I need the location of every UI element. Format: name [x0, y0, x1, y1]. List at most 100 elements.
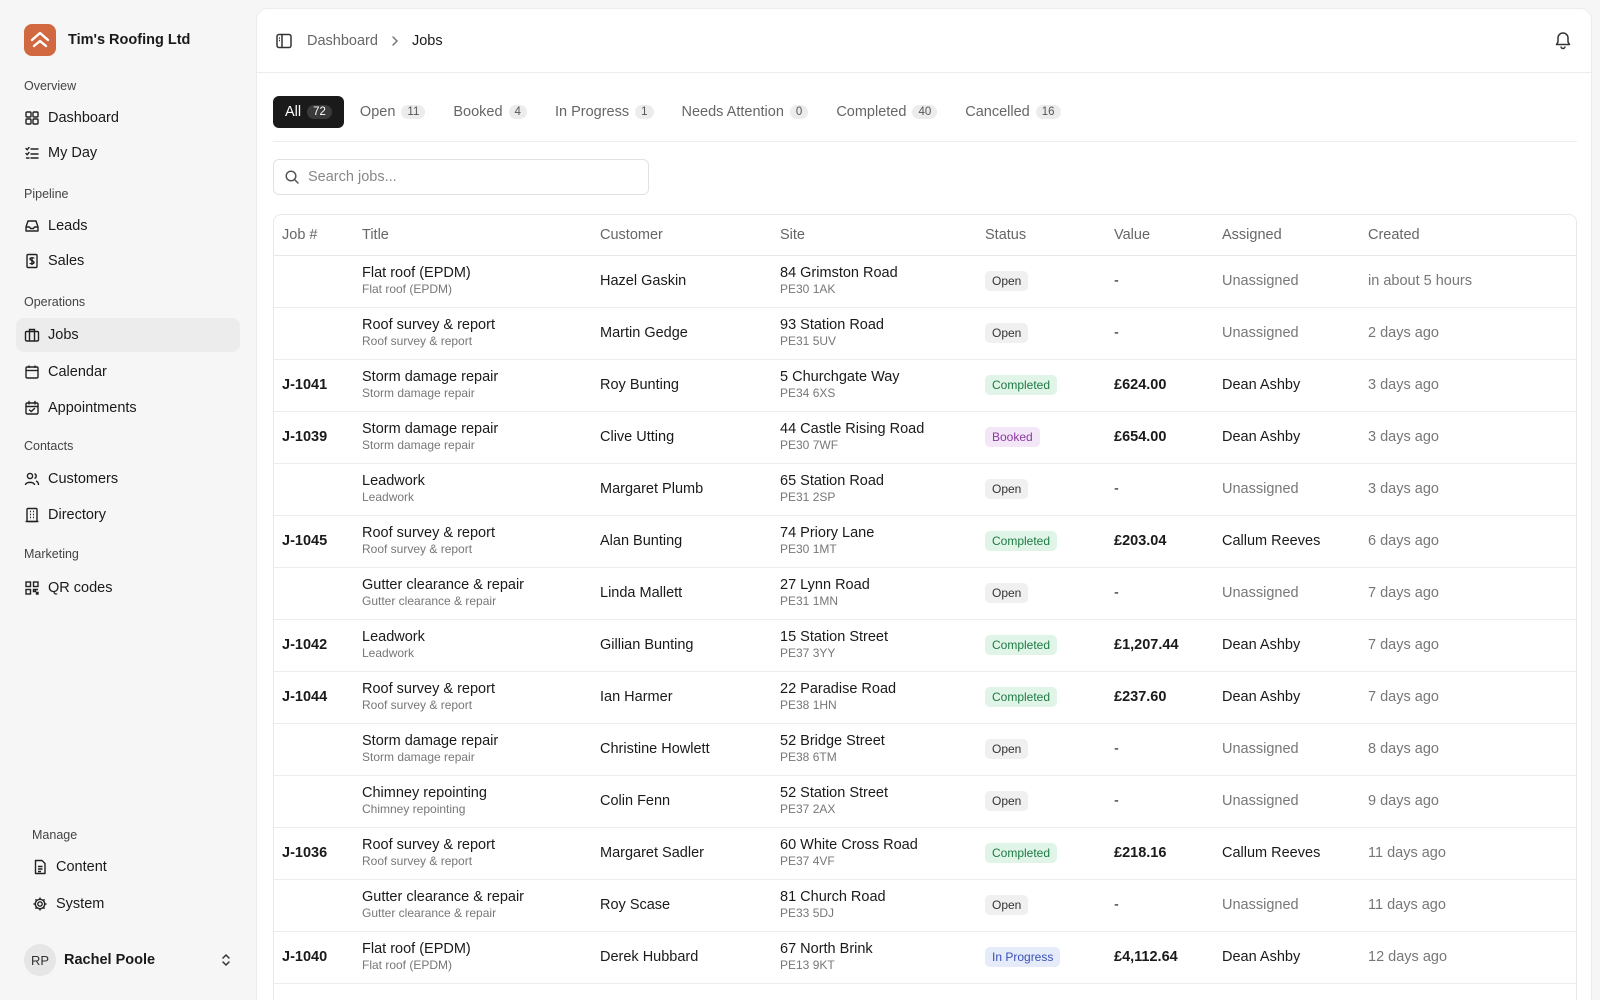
tab-label: Booked — [453, 104, 503, 120]
assigned-to: Dean Ashby — [1222, 949, 1301, 965]
tab-booked[interactable]: Booked 4 — [441, 96, 539, 128]
job-subtitle: Roof survey & report — [362, 334, 473, 348]
site-address: 15 Station Street — [780, 629, 889, 645]
column-header-job[interactable]: Job # — [274, 215, 354, 256]
sidebar-item-content[interactable]: Content — [24, 850, 240, 884]
cell-created: 8 days ago — [1360, 723, 1576, 776]
cell-assigned: Callum Reeves — [1214, 515, 1360, 568]
sidebar-item-calendar[interactable]: Calendar — [16, 355, 240, 389]
tab-completed[interactable]: Completed 40 — [824, 96, 949, 128]
table-row[interactable]: J-1044 Roof survey & report Roof survey & … — [274, 671, 1576, 724]
sidebar-item-qr-codes[interactable]: QR codes — [16, 571, 240, 605]
tab-all[interactable]: All 72 — [273, 96, 344, 128]
cell-job-number: J-1041 — [274, 359, 354, 412]
table-row[interactable]: Roof survey & report Roof survey & report… — [274, 307, 1576, 360]
cell-customer: Roy Scase — [592, 879, 772, 932]
breadcrumb-dashboard[interactable]: Dashboard — [307, 33, 378, 49]
column-header-title[interactable]: Title — [354, 215, 592, 256]
cell-site: 44 Castle Rising Road PE30 7WF — [772, 411, 977, 464]
sidebar-item-system[interactable]: System — [24, 887, 240, 921]
cell-title: Flat roof (EPDM) Flat roof (EPDM) — [354, 931, 592, 984]
tab-needs-attention[interactable]: Needs Attention 0 — [670, 96, 821, 128]
column-header-status[interactable]: Status — [977, 215, 1106, 256]
breadcrumb: Dashboard Jobs — [307, 33, 443, 49]
tab-count-badge: 1 — [635, 105, 654, 119]
created-time: 7 days ago — [1368, 637, 1439, 653]
cell-job-number — [274, 567, 354, 620]
user-menu[interactable]: RP Rachel Poole — [24, 943, 234, 977]
table-row[interactable]: Gutter clearance & repair Gutter clearanc… — [274, 879, 1576, 932]
table-row[interactable]: Flat roof (EPDM) Flat roof (EPDM) Hazel Ga… — [274, 255, 1576, 308]
cell-created: 11 days ago — [1360, 827, 1576, 880]
job-value: £624.00 — [1114, 377, 1167, 393]
table-row[interactable]: Chimney repointing Chimney repointing Coli… — [274, 775, 1576, 828]
search-input[interactable] — [308, 169, 638, 185]
sidebar-item-directory[interactable]: Directory — [16, 498, 240, 532]
cell-value: £218.16 — [1106, 827, 1214, 880]
job-title: Storm damage repair — [362, 369, 499, 385]
table-row[interactable]: Storm damage repair Storm damage repair Ch… — [274, 723, 1576, 776]
job-value: - — [1114, 325, 1119, 341]
sidebar-item-my-day[interactable]: My Day — [16, 136, 240, 170]
column-header-site[interactable]: Site — [772, 215, 977, 256]
table-row[interactable]: J-1041 Storm damage repair Storm damage re… — [274, 359, 1576, 412]
column-header-value[interactable]: Value — [1106, 215, 1214, 256]
job-title: Storm damage repair — [362, 733, 499, 749]
cell-customer: Derek Hubbard — [592, 931, 772, 984]
job-value: £4,112.64 — [1114, 949, 1178, 965]
job-title: Gutter clearance & repair — [362, 889, 524, 905]
cell-customer: Hazel Gaskin — [592, 255, 772, 308]
search-box[interactable] — [273, 159, 649, 195]
table-row[interactable]: Leadwork Leadwork Margaret Plumb 65 Station… — [274, 463, 1576, 516]
site-address: 5 Churchgate Way — [780, 369, 900, 385]
tab-in-progress[interactable]: In Progress 1 — [543, 96, 666, 128]
job-title: Storm damage repair — [362, 421, 499, 437]
column-header-customer[interactable]: Customer — [592, 215, 772, 256]
table-row[interactable]: J-1039 Storm damage repair Storm damage re… — [274, 411, 1576, 464]
bell-icon[interactable] — [1553, 30, 1573, 50]
site-postcode: PE30 7WF — [780, 438, 839, 452]
section-label-manage: Manage — [32, 828, 78, 842]
sidebar-item-leads[interactable]: Leads — [16, 209, 240, 243]
created-time: 6 days ago — [1368, 533, 1439, 549]
sidebar-toggle-icon[interactable] — [275, 32, 293, 50]
job-value: £203.04 — [1114, 533, 1167, 549]
tab-label: In Progress — [554, 104, 630, 120]
qr-icon — [24, 580, 40, 596]
site-address: 65 Station Road — [780, 473, 884, 489]
column-header-created[interactable]: Created — [1360, 215, 1576, 256]
tab-open[interactable]: Open 11 — [348, 96, 437, 128]
sidebar-item-dashboard[interactable]: Dashboard — [16, 101, 240, 135]
cell-site: 60 White Cross Road PE37 4VF — [772, 827, 977, 880]
cell-value: £237.60 — [1106, 671, 1214, 724]
created-time: 11 days ago — [1368, 897, 1446, 913]
table-row[interactable]: J-1045 Roof survey & report Roof survey & … — [274, 515, 1576, 568]
job-number: J-1044 — [282, 689, 328, 705]
table-row[interactable]: J-1036 Roof survey & report Roof survey & … — [274, 827, 1576, 880]
sidebar-item-appointments[interactable]: Appointments — [16, 391, 240, 425]
customer-name: Gillian Bunting — [600, 637, 694, 653]
tab-count-badge: 40 — [912, 105, 938, 119]
job-number: J-1045 — [282, 533, 328, 549]
cell-site: 81 Church Road PE33 5DJ — [772, 879, 977, 932]
tab-cancelled[interactable]: Cancelled 16 — [953, 96, 1072, 128]
sidebar-item-sales[interactable]: Sales — [16, 244, 240, 278]
brand[interactable]: Tim's Roofing Ltd — [24, 24, 190, 56]
cell-created: 7 days ago — [1360, 619, 1576, 672]
cell-assigned: Unassigned — [1214, 255, 1360, 308]
column-header-assigned[interactable]: Assigned — [1214, 215, 1360, 256]
cell-created: 3 days ago — [1360, 463, 1576, 516]
briefcase-icon — [24, 327, 40, 343]
table-row[interactable]: J-1040 Flat roof (EPDM) Flat roof (EPDM) De… — [274, 931, 1576, 984]
sidebar-item-label: Directory — [48, 507, 107, 523]
table-row[interactable]: Gutter clearance & repair Gutter clearanc… — [274, 567, 1576, 620]
sidebar-item-jobs[interactable]: Jobs — [16, 318, 240, 352]
cell-status: Open — [977, 879, 1106, 932]
cell-title: Flat roof (EPDM) Flat roof (EPDM) — [354, 255, 592, 308]
sidebar-item-customers[interactable]: Customers — [16, 462, 240, 496]
site-postcode: PE38 6TM — [780, 750, 837, 764]
sidebar: Tim's Roofing Ltd Overview Dashboard My … — [0, 0, 256, 1000]
table-row[interactable]: J-1042 Leadwork Leadwork Gillian Bunting 15 … — [274, 619, 1576, 672]
customer-name: Roy Bunting — [600, 377, 679, 393]
section-label-contacts: Contacts — [24, 439, 74, 453]
